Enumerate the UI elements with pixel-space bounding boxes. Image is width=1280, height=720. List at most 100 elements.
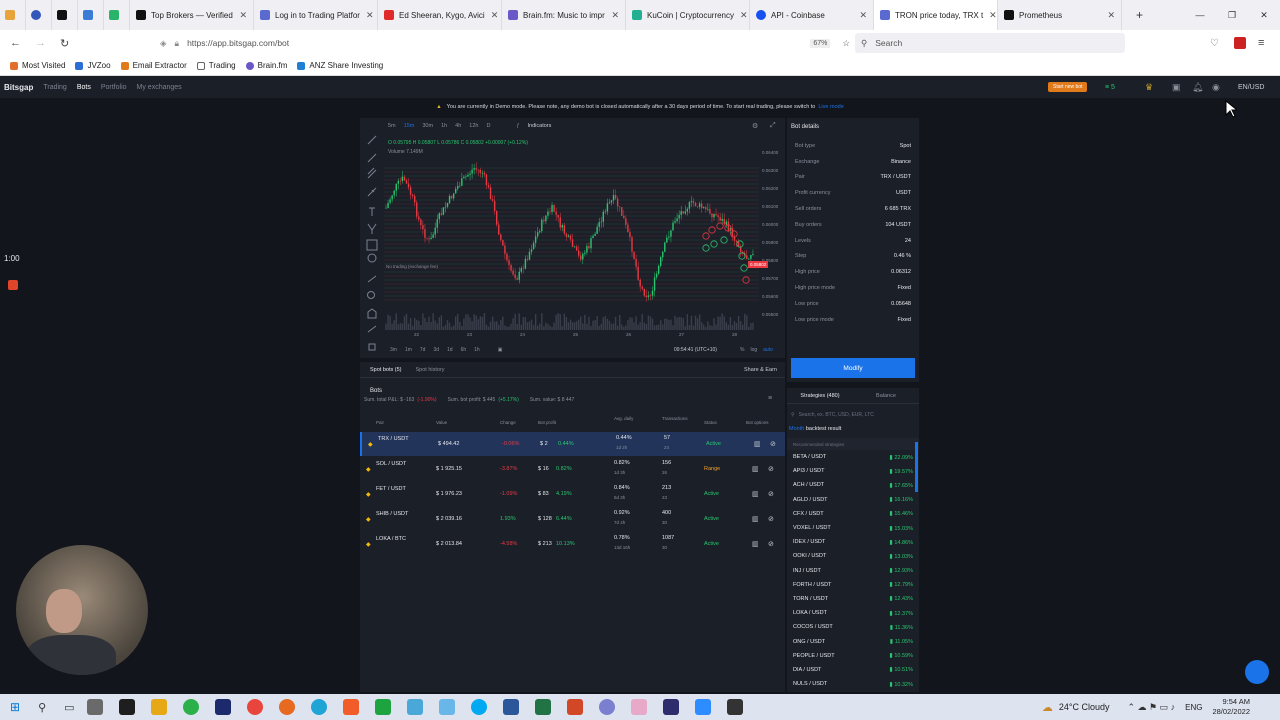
nav-bots[interactable]: Bots <box>77 84 91 91</box>
stop-bot-icon[interactable]: ⊘ <box>768 465 774 473</box>
app-icon[interactable] <box>726 699 743 715</box>
strategy-row[interactable]: VOXEL / USDT ▮ 15.03% <box>787 521 919 535</box>
col-bot-profit[interactable]: Bot profit <box>538 420 556 425</box>
auto-scale-toggle[interactable]: auto <box>763 347 773 353</box>
new-tab-button[interactable]: + <box>1122 0 1157 30</box>
close-tab-icon[interactable]: ✕ <box>1101 10 1115 21</box>
bot-count-badge[interactable]: ≡ 5 <box>1105 84 1115 91</box>
close-tab-icon[interactable]: ✕ <box>485 10 499 21</box>
strategy-row[interactable]: PEOPLE / USDT ▮ 10.59% <box>787 649 919 663</box>
pinned-tab[interactable] <box>104 0 130 30</box>
excel-icon[interactable] <box>534 699 551 715</box>
close-tab-icon[interactable]: ✕ <box>853 10 867 21</box>
menu-icon[interactable]: ≡ <box>1258 37 1264 49</box>
strategy-row[interactable]: API3 / USDT ▮ 19.57% <box>787 464 919 478</box>
col-transactions[interactable]: Transactions <box>662 416 688 421</box>
start-new-bot-button[interactable]: Start new bot <box>1048 82 1088 92</box>
nav-my-exchanges[interactable]: My exchanges <box>137 84 182 91</box>
bell-icon[interactable]: 🔔︎ <box>1192 82 1203 93</box>
bookmark-item[interactable]: Trading <box>196 61 236 70</box>
back-icon[interactable]: ← <box>10 37 21 49</box>
itunes-icon[interactable] <box>630 699 647 715</box>
weather-text[interactable]: 24°C Cloudy <box>1059 702 1110 712</box>
strategy-row[interactable]: BETA / USDT ▮ 22.09% <box>787 450 919 464</box>
bot-row[interactable]: ◆ SOL / USDT $ 1 925.15 -3.87% $ 16 0.82% 0.82… <box>360 457 785 481</box>
zoom-level[interactable]: 67% <box>810 38 831 48</box>
strategy-row[interactable]: OOKI / USDT ▮ 13.03% <box>787 549 919 563</box>
record-stop-button[interactable] <box>8 280 18 290</box>
nav-portfolio[interactable]: Portfolio <box>101 84 127 91</box>
close-tab-icon[interactable]: ✕ <box>233 10 247 21</box>
bot-row[interactable]: ◆ LOKA / BTC $ 2 013.84 -4.58% $ 213 10.13% 0.… <box>360 532 785 556</box>
stop-bot-icon[interactable]: ⊘ <box>770 440 776 448</box>
maximize-icon[interactable]: ❐ <box>1216 10 1248 21</box>
col-value[interactable]: Value <box>436 420 447 425</box>
file-explorer-icon[interactable] <box>150 699 167 715</box>
strategy-row[interactable]: FORTH / USDT ▮ 12.79% <box>787 578 919 592</box>
live-mode-link[interactable]: Live mode <box>818 104 843 110</box>
zoom-icon[interactable] <box>694 699 711 715</box>
tf-button[interactable]: 12h <box>469 123 478 129</box>
language-selector[interactable]: EN/USD <box>1238 84 1264 91</box>
browser-tab[interactable]: Log in to Trading Platfor ✕ <box>254 0 378 30</box>
pinned-tab[interactable] <box>26 0 52 30</box>
pinned-tab[interactable] <box>52 0 78 30</box>
strategies-search[interactable]: ⚲ Search, ex. BTC, USD, EUR, LTC <box>787 404 919 426</box>
browser-tab[interactable]: Brain.fm: Music to impr ✕ <box>502 0 626 30</box>
close-tab-icon[interactable]: ✕ <box>983 10 997 21</box>
input-language[interactable]: ENG <box>1185 703 1202 712</box>
fullscreen-icon[interactable]: ⤢ <box>770 122 776 130</box>
bot-row[interactable]: ◆ TRX / USDT $ 494.42 -0.06% $ 2 0.44% 0.44% 1d… <box>360 432 785 456</box>
bot-row[interactable]: ◆ FET / USDT $ 1 976.23 -1.09% $ 83 4.19% 0.84… <box>360 482 785 506</box>
chat-support-button[interactable] <box>1245 660 1269 684</box>
bot-row[interactable]: ◆ SHIB / USDT $ 2 039.16 1.93% $ 128 6.44% 0.9… <box>360 507 785 531</box>
bar-chart-icon[interactable]: ▥ <box>752 515 759 523</box>
pinned-tab[interactable] <box>0 0 26 30</box>
strategy-row[interactable]: AGLD / USDT ▮ 16.16% <box>787 493 919 507</box>
strategy-row[interactable]: CFX / USDT ▮ 15.46% <box>787 507 919 521</box>
search-icon[interactable]: ⚲ <box>38 701 46 714</box>
strategy-row[interactable]: ONG / USDT ▮ 11.05% <box>787 634 919 648</box>
col-pair[interactable]: Pair <box>376 420 384 425</box>
strategy-row[interactable]: INJ / USDT ▮ 12.93% <box>787 564 919 578</box>
strategy-row[interactable]: ACH / USDT ▮ 17.65% <box>787 478 919 492</box>
period-selector[interactable]: Month <box>789 426 804 432</box>
scrollbar[interactable] <box>915 442 918 492</box>
app-icon[interactable] <box>598 699 615 715</box>
edge-icon[interactable] <box>310 699 327 715</box>
close-window-icon[interactable]: ✕ <box>1248 10 1280 21</box>
skype-icon[interactable] <box>470 699 487 715</box>
minimize-icon[interactable]: — <box>1184 10 1216 21</box>
strategy-row[interactable]: TORN / USDT ▮ 12.43% <box>787 592 919 606</box>
share-earn-button[interactable]: Share & Earn <box>744 367 777 373</box>
browser-tab[interactable]: Top Brokers — Verified ✕ <box>130 0 254 30</box>
tab-spot-history[interactable]: Spot history <box>416 367 445 373</box>
col-avg-daily[interactable]: Avg. daily <box>614 416 633 421</box>
close-tab-icon[interactable]: ✕ <box>734 10 748 21</box>
stop-bot-icon[interactable]: ⊘ <box>768 515 774 523</box>
tf-button[interactable]: D <box>486 123 490 129</box>
bar-chart-icon[interactable]: ▥ <box>752 465 759 473</box>
clock[interactable]: 9:54 AM 28/02/2022 <box>1212 697 1250 717</box>
pinned-tab[interactable] <box>78 0 104 30</box>
tf-button[interactable]: 30m <box>422 123 433 129</box>
app-icon[interactable] <box>182 699 199 715</box>
range-button[interactable]: 6h <box>461 347 467 353</box>
range-button[interactable]: 1m <box>405 347 412 353</box>
range-button[interactable]: 3m <box>390 347 397 353</box>
bar-chart-icon[interactable]: ▥ <box>754 440 761 448</box>
drawing-tools-icons[interactable] <box>360 132 384 368</box>
range-button[interactable]: 7d <box>420 347 426 353</box>
col-change[interactable]: Change <box>500 420 516 425</box>
strategy-row[interactable]: LOKA / USDT ▮ 12.37% <box>787 606 919 620</box>
stop-bot-icon[interactable]: ⊘ <box>768 540 774 548</box>
search-box[interactable]: ⚲ Search <box>855 33 1125 53</box>
app-icon[interactable] <box>214 699 231 715</box>
col-status[interactable]: Status <box>704 420 717 425</box>
stop-bot-icon[interactable]: ⊘ <box>768 490 774 498</box>
chrome-icon[interactable] <box>246 699 263 715</box>
task-view-icon[interactable]: ▭ <box>64 701 74 714</box>
bookmark-item[interactable]: Email Extractor <box>120 61 187 70</box>
browser-tab-active[interactable]: TRON price today, TRX t ✕ <box>874 0 998 30</box>
firefox-icon[interactable] <box>278 699 295 715</box>
